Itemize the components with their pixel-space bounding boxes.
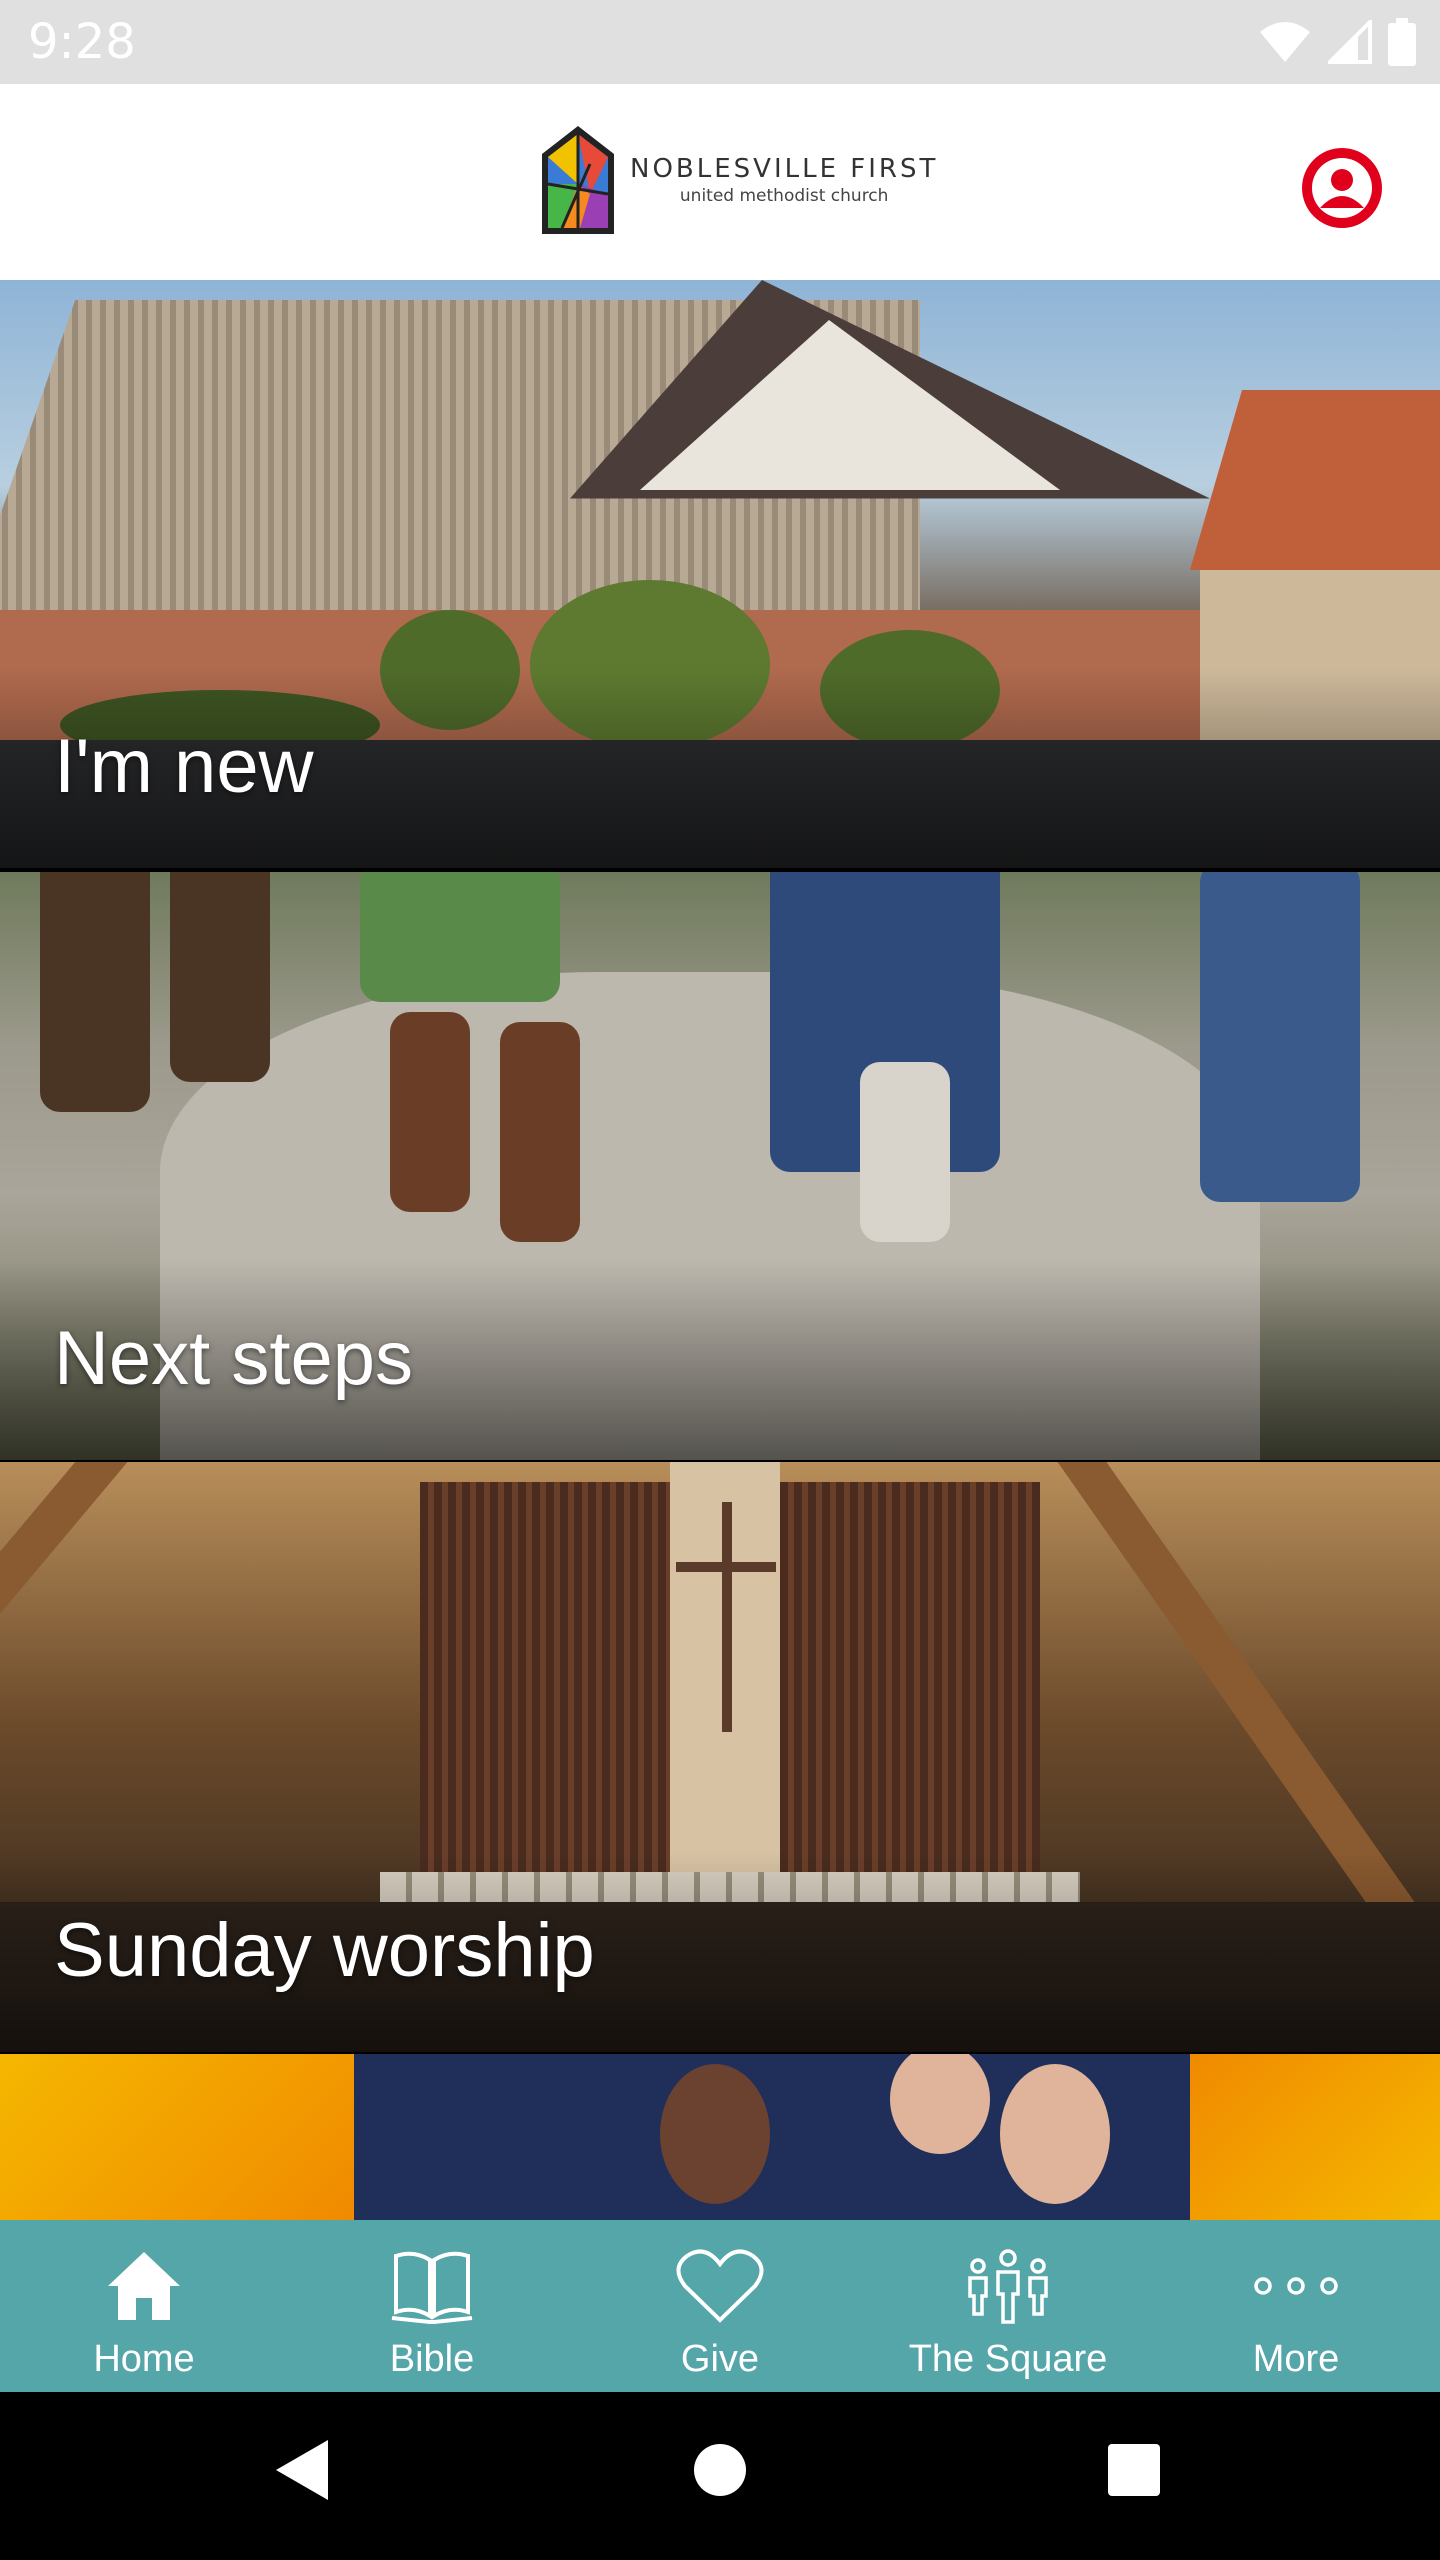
- home-icon: [96, 2238, 192, 2334]
- status-icons: [1258, 18, 1416, 66]
- logo-subtitle: united methodist church: [679, 186, 889, 206]
- organ-pipes-image: [780, 1482, 1040, 1902]
- side-building-roof-image: [1190, 390, 1440, 570]
- tile-label: I'm new: [54, 724, 314, 809]
- heart-icon: [672, 2238, 768, 2334]
- tile-next-steps[interactable]: Next steps: [0, 872, 1440, 1460]
- sneaker-image: [860, 1062, 950, 1242]
- nav-label: More: [1252, 2338, 1340, 2380]
- wifi-icon: [1260, 22, 1310, 62]
- people-icon: [960, 2238, 1056, 2334]
- tile-sunday-worship[interactable]: Sunday worship: [0, 1462, 1440, 2052]
- signal-icon: [1328, 20, 1372, 64]
- nav-the-square[interactable]: The Square: [864, 2220, 1152, 2392]
- cross-image: [676, 1562, 776, 1572]
- stained-glass-logo-icon: [542, 126, 614, 234]
- logo-name: NOBLESVILLE FIRST: [630, 154, 939, 184]
- boot-image: [170, 872, 270, 1082]
- cross-image: [722, 1502, 732, 1732]
- nav-give[interactable]: Give: [576, 2220, 864, 2392]
- user-icon: [1312, 158, 1372, 218]
- singer-image: [660, 2064, 770, 2204]
- nav-bible[interactable]: Bible: [288, 2220, 576, 2392]
- book-icon: [384, 2238, 480, 2334]
- tile-label: Sunday worship: [54, 1908, 595, 1993]
- nav-label: The Square: [908, 2338, 1108, 2380]
- boot-image: [390, 1012, 470, 1212]
- back-icon[interactable]: [272, 2436, 332, 2504]
- battery-icon: [1388, 18, 1416, 66]
- bottom-nav: Home Bible Give The Square More: [0, 2220, 1440, 2392]
- status-time: 9:28: [28, 14, 136, 70]
- singer-image: [1000, 2064, 1110, 2204]
- singer-image: [890, 2054, 990, 2154]
- boot-image: [40, 872, 150, 1112]
- dress-image: [360, 872, 560, 1002]
- recents-icon[interactable]: [1106, 2436, 1162, 2504]
- nav-label: Bible: [389, 2338, 475, 2380]
- church-logo[interactable]: NOBLESVILLE FIRST united methodist churc…: [540, 124, 938, 236]
- home-circle-icon[interactable]: [692, 2436, 748, 2504]
- more-icon: [1248, 2238, 1344, 2334]
- profile-button[interactable]: [1302, 148, 1382, 228]
- app-header: NOBLESVILLE FIRST united methodist churc…: [0, 84, 1440, 280]
- organ-pipes-image: [420, 1482, 670, 1902]
- nav-label: Give: [680, 2338, 760, 2380]
- choir-background-image: [0, 2054, 354, 2220]
- nav-home[interactable]: Home: [0, 2220, 288, 2392]
- choir-background-image: [1190, 2054, 1440, 2220]
- system-nav-bar: [0, 2392, 1440, 2560]
- tile-choir[interactable]: [0, 2054, 1440, 2220]
- status-bar: 9:28: [0, 0, 1440, 84]
- nav-label: Home: [93, 2338, 195, 2380]
- kid-jeans-image: [1200, 872, 1360, 1202]
- tile-label: Next steps: [54, 1316, 414, 1401]
- nav-more[interactable]: More: [1152, 2220, 1440, 2392]
- boot-image: [500, 1022, 580, 1242]
- tile-im-new[interactable]: I'm new: [0, 280, 1440, 868]
